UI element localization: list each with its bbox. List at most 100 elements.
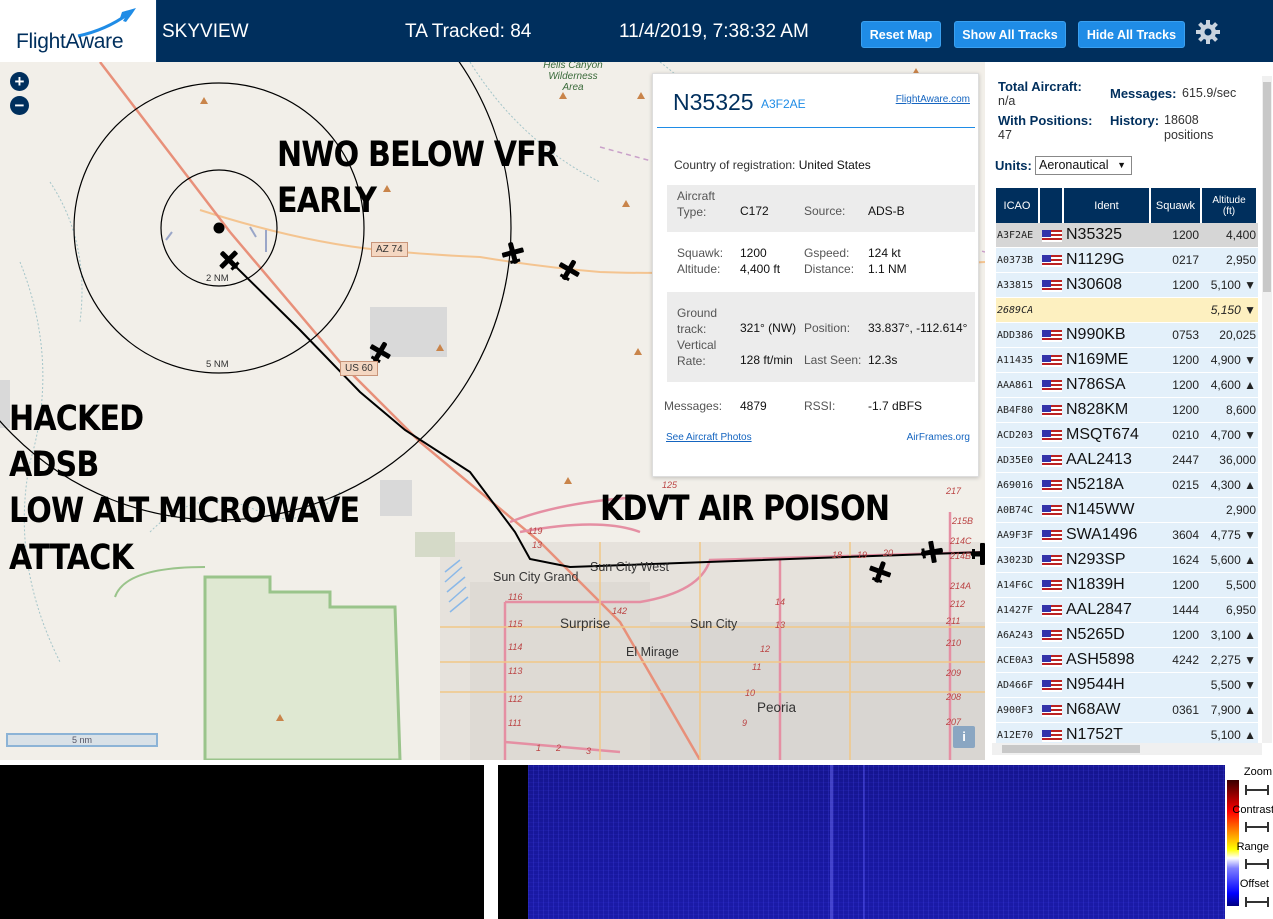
total-aircraft-value: n/a (998, 94, 1016, 108)
col-altitude[interactable]: Altitude (ft) (1202, 188, 1258, 223)
vertical-scrollbar[interactable] (1262, 76, 1272, 743)
table-row[interactable]: A14F6C N1839H 1200 5,500 (996, 573, 1258, 598)
with-positions-label: With Positions: (998, 113, 1093, 128)
total-aircraft-label: Total Aircraft: (998, 79, 1082, 94)
gspeed-label: Gspeed: (804, 246, 850, 260)
table-row[interactable]: A11435 N169ME 1200 4,900 ▼ (996, 348, 1258, 373)
row-squawk: 1200 (1151, 623, 1202, 648)
logo-text: FlightAware (16, 30, 124, 53)
table-row[interactable]: A900F3 N68AW 0361 7,900 ▲ (996, 698, 1258, 723)
horizontal-scrollbar[interactable] (992, 743, 1262, 755)
row-icao: ADD386 (996, 323, 1040, 348)
us-flag-icon (1042, 379, 1062, 392)
row-flag (1040, 348, 1064, 373)
aircraft-table-body: A3F2AE N35325 1200 4,400 A0373B N1129G 0217 2,9… (996, 223, 1258, 748)
table-row[interactable]: A69016 N5218A 0215 4,300 ▲ (996, 473, 1258, 498)
ring-label-5nm: 5 NM (206, 359, 229, 370)
table-row[interactable]: 2689CA 5,150 ▼ (996, 298, 1258, 323)
col-squawk[interactable]: Squawk (1151, 188, 1202, 223)
us-flag-icon (1042, 679, 1062, 692)
table-row[interactable]: AB4F80 N828KM 1200 8,600 (996, 398, 1258, 423)
table-row[interactable]: A3F2AE N35325 1200 4,400 (996, 223, 1258, 248)
row-icao: A3F2AE (996, 223, 1040, 248)
overlay-line: ADSB (9, 445, 99, 486)
us-flag-icon (1042, 629, 1062, 642)
hide-all-tracks-button[interactable]: Hide All Tracks (1078, 21, 1185, 48)
us-flag-icon (1042, 604, 1062, 617)
table-row[interactable]: ADD386 N990KB 0753 20,025 (996, 323, 1258, 348)
row-altitude: 20,025 (1202, 323, 1258, 348)
units-select[interactable]: Aeronautical ▼ (1035, 156, 1132, 175)
svg-text:113: 113 (508, 666, 522, 676)
svg-text:210: 210 (945, 638, 961, 648)
gear-icon[interactable] (1194, 18, 1222, 46)
zoom-slider[interactable] (1245, 785, 1269, 795)
flightaware-logo[interactable]: FlightAware (0, 0, 157, 62)
row-ident: MSQT674 (1064, 423, 1151, 448)
row-icao: A14F6C (996, 573, 1040, 598)
table-row[interactable]: A6A243 N5265D 1200 3,100 ▲ (996, 623, 1258, 648)
col-ident[interactable]: Ident (1064, 188, 1151, 223)
table-row[interactable]: A33815 N30608 1200 5,100 ▼ (996, 273, 1258, 298)
row-altitude: 2,275 ▼ (1202, 648, 1258, 673)
panel-divider[interactable] (484, 760, 498, 919)
zoom-in-button[interactable]: + (10, 72, 29, 91)
table-row[interactable]: AD466F N9544H 5,500 ▼ (996, 673, 1258, 698)
us-flag-icon (1042, 354, 1062, 367)
row-ident: N1129G (1064, 248, 1151, 273)
row-flag (1040, 698, 1064, 723)
row-icao: AA9F3F (996, 523, 1040, 548)
row-icao: AAA861 (996, 373, 1040, 398)
table-row[interactable]: AD35E0 AAL2413 2447 36,000 (996, 448, 1258, 473)
svg-text:13: 13 (532, 540, 542, 550)
peoria-label: Peoria (757, 700, 797, 715)
svg-text:3: 3 (586, 746, 591, 756)
airframes-link[interactable]: AirFrames.org (907, 432, 970, 443)
row-flag (1040, 448, 1064, 473)
aircraft-photos-link[interactable]: See Aircraft Photos (666, 432, 752, 443)
table-row[interactable]: A0373B N1129G 0217 2,950 (996, 248, 1258, 273)
svg-text:214B: 214B (949, 551, 971, 561)
svg-text:20: 20 (882, 548, 893, 558)
row-altitude: 36,000 (1202, 448, 1258, 473)
row-altitude: 5,500 (1202, 573, 1258, 598)
datetime: 11/4/2019, 7:38:32 AM (619, 21, 809, 42)
reset-map-button[interactable]: Reset Map (861, 21, 941, 48)
us-flag-icon (1042, 579, 1062, 592)
col-icao[interactable]: ICAO (996, 188, 1040, 223)
table-row[interactable]: ACE0A3 ASH5898 4242 2,275 ▼ (996, 648, 1258, 673)
table-row[interactable]: AAA861 N786SA 1200 4,600 ▲ (996, 373, 1258, 398)
table-row[interactable]: A0B74C N145WW 2,900 (996, 498, 1258, 523)
ring-label-2nm: 2 NM (206, 273, 229, 284)
scroll-thumb[interactable] (1263, 82, 1271, 292)
table-row[interactable]: A3023D N293SP 1624 5,600 ▲ (996, 548, 1258, 573)
info-button[interactable]: i (953, 726, 975, 748)
popup-divider (657, 127, 975, 128)
header-bar: FlightAware SKYVIEW TA Tracked: 84 11/4/… (0, 0, 1273, 62)
flightaware-link[interactable]: FlightAware.com (896, 94, 970, 105)
contrast-slider[interactable] (1245, 822, 1269, 832)
show-all-tracks-button[interactable]: Show All Tracks (954, 21, 1066, 48)
sun-city-west-label: Sun City West (590, 560, 669, 574)
overlay-text-top: NWO BELOW VFR EARLY (277, 132, 559, 224)
row-icao: A69016 (996, 473, 1040, 498)
table-row[interactable]: AA9F3F SWA1496 3604 4,775 ▼ (996, 523, 1258, 548)
scroll-thumb[interactable] (1002, 745, 1140, 753)
zoom-out-button[interactable]: − (10, 96, 29, 115)
sun-city-grand-label: Sun City Grand (493, 570, 579, 584)
row-ident: N68AW (1064, 698, 1151, 723)
us-flag-icon (1042, 529, 1062, 542)
overlay-text-bottom: KDVT AIR POISON (600, 489, 890, 529)
row-squawk: 0361 (1151, 698, 1202, 723)
messages-label: Messages: (664, 399, 723, 413)
table-row[interactable]: A1427F AAL2847 1444 6,950 (996, 598, 1258, 623)
row-icao: A11435 (996, 348, 1040, 373)
popup-box-messages: Messages: 4879 RSSI: -1.7 dBFS (664, 384, 975, 426)
overlay-line: ATTACK (9, 537, 134, 578)
offset-slider[interactable] (1245, 897, 1269, 907)
table-row[interactable]: ACD203 MSQT674 0210 4,700 ▼ (996, 423, 1258, 448)
us-flag-icon (1042, 704, 1062, 717)
range-slider[interactable] (1245, 859, 1269, 869)
surprise-label: Surprise (560, 616, 611, 631)
row-flag (1040, 223, 1064, 248)
